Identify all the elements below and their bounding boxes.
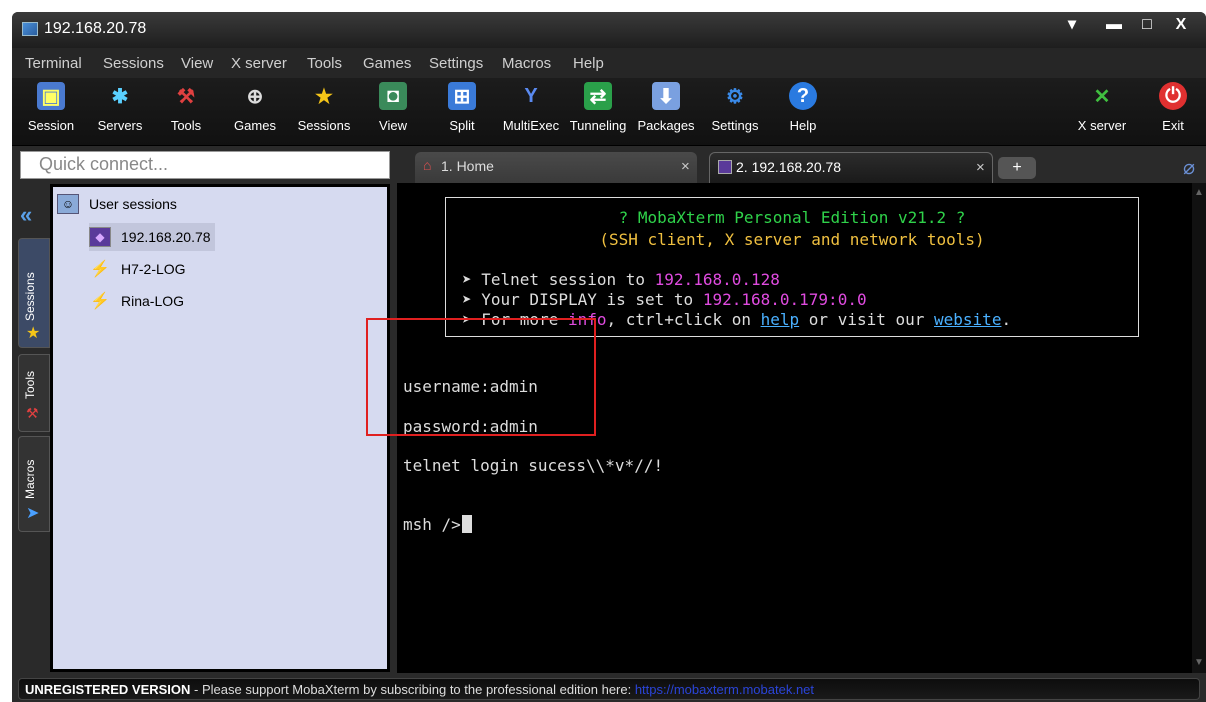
dropdown-icon[interactable]: ▾ — [1055, 14, 1089, 38]
menu-settings[interactable]: Settings — [429, 55, 483, 72]
tools-button[interactable]: ⚒ Tools — [164, 82, 208, 142]
banner-line-display: ➤ Your DISPLAY is set to 192.168.0.179:0… — [462, 290, 867, 309]
home-icon: ⌂ — [423, 157, 432, 173]
menu-help[interactable]: Help — [573, 55, 604, 72]
status-bar: UNREGISTERED VERSION - Please support Mo… — [12, 674, 1206, 702]
x-server-icon: ✕ — [1093, 85, 1111, 108]
banner-subtitle: (SSH client, X server and network tools) — [599, 230, 985, 249]
servers-button[interactable]: ✱ Servers — [94, 82, 146, 142]
new-tab-button[interactable]: + — [998, 157, 1036, 179]
user-sessions-folder[interactable]: ☺ User sessions — [57, 194, 177, 214]
tab-home[interactable]: ⌂ 1. Home × — [415, 152, 697, 183]
title-bar: 192.168.20.78 ▾ ▬ □ X — [12, 12, 1206, 48]
tools-icon: ⚒ — [177, 85, 195, 108]
menu-macros[interactable]: Macros — [502, 55, 551, 72]
tools-icon: ⚒ — [26, 405, 39, 421]
serial-plug-icon: ⚡ — [90, 261, 110, 278]
unregistered-label: UNREGISTERED VERSION — [25, 682, 191, 697]
login-line: telnet login sucess\\*v*//! — [403, 456, 664, 475]
sidebar-tabs: « Sessions ★ Tools ⚒ Macros ➤ — [12, 184, 50, 672]
maximize-button[interactable]: □ — [1130, 14, 1164, 38]
annotation-highlight-box — [366, 318, 596, 436]
serial-plug-icon: ⚡ — [90, 293, 110, 310]
games-button[interactable]: ⊕ Games — [232, 82, 278, 142]
subscribe-link[interactable]: https://mobaxterm.mobatek.net — [635, 682, 814, 697]
window-title: 192.168.20.78 — [44, 20, 147, 37]
x-server-button[interactable]: ✕ X server — [1072, 82, 1132, 142]
settings-button[interactable]: ⚙ Settings — [708, 82, 762, 142]
tab-home-label: 1. Home — [441, 158, 494, 174]
banner-line-telnet: ➤ Telnet session to 192.168.0.128 — [462, 270, 780, 289]
view-icon: ◘ — [379, 82, 407, 110]
sessions-panel: ☺ User sessions ◆ 192.168.20.78 ⚡ H7-2-L… — [50, 184, 390, 672]
telnet-icon: ◆ — [89, 227, 111, 247]
tab-home-close-icon[interactable]: × — [681, 158, 690, 175]
gear-icon: ⚙ — [726, 85, 744, 108]
welcome-banner: ? MobaXterm Personal Edition v21.2 ? (SS… — [445, 197, 1139, 337]
sidebar-tab-sessions[interactable]: Sessions ★ — [18, 238, 50, 348]
attach-icon[interactable]: ⌀ — [1183, 155, 1195, 180]
website-link[interactable]: website — [934, 310, 1001, 329]
star-icon: ★ — [315, 85, 333, 108]
menu-tools[interactable]: Tools — [307, 55, 342, 72]
help-link[interactable]: help — [761, 310, 800, 329]
multiexec-icon: Y — [524, 84, 538, 107]
multiexec-button[interactable]: Y MultiExec — [500, 82, 562, 142]
menu-x-server[interactable]: X server — [231, 55, 287, 72]
packages-button[interactable]: ⬇ Packages — [636, 82, 696, 142]
send-icon: ➤ — [26, 505, 40, 522]
session-button[interactable]: ▣ Session — [26, 82, 76, 142]
toolbar: ▣ Session ✱ Servers ⚒ Tools ⊕ Games ★ Se… — [12, 78, 1206, 146]
power-icon: ⏻ — [1159, 82, 1187, 110]
split-button[interactable]: ⊞ Split — [444, 82, 480, 142]
sidebar-tab-tools[interactable]: Tools ⚒ — [18, 354, 50, 432]
menu-games[interactable]: Games — [363, 55, 411, 72]
tunneling-icon: ⇄ — [584, 82, 612, 110]
tab-session-close-icon[interactable]: × — [976, 159, 985, 176]
tab-session-label: 2. 192.168.20.78 — [736, 159, 842, 175]
minimize-button[interactable]: ▬ — [1097, 14, 1131, 38]
gamepad-icon: ⊕ — [246, 85, 264, 108]
menu-view[interactable]: View — [181, 55, 213, 72]
exit-button[interactable]: ⏻ Exit — [1158, 82, 1188, 142]
session-item[interactable]: ⚡ Rina-LOG — [89, 291, 184, 311]
text-cursor — [461, 515, 472, 533]
scroll-down-icon[interactable]: ▼ — [1194, 657, 1204, 668]
sidebar-tab-macros[interactable]: Macros ➤ — [18, 436, 50, 532]
menu-terminal[interactable]: Terminal — [25, 55, 82, 72]
menu-sessions[interactable]: Sessions — [103, 55, 164, 72]
tab-bar: ⌂ 1. Home × 2. 192.168.20.78 × + ⌀ — [397, 149, 1206, 183]
view-button[interactable]: ◘ View — [376, 82, 410, 142]
session-icon: ▣ — [37, 82, 65, 110]
collapse-icon[interactable]: « — [20, 202, 32, 228]
sessions-button[interactable]: ★ Sessions — [296, 82, 352, 142]
quick-connect-input[interactable]: Quick connect... — [20, 151, 390, 179]
session-item[interactable]: ◆ 192.168.20.78 — [89, 223, 215, 251]
close-button[interactable]: X — [1164, 14, 1198, 38]
packages-icon: ⬇ — [652, 82, 680, 110]
tunneling-button[interactable]: ⇄ Tunneling — [568, 82, 628, 142]
split-icon: ⊞ — [448, 82, 476, 110]
app-icon — [22, 22, 38, 36]
servers-icon: ✱ — [111, 85, 129, 108]
status-message: UNREGISTERED VERSION - Please support Mo… — [18, 678, 1200, 700]
star-icon: ★ — [26, 325, 41, 342]
user-icon: ☺ — [57, 194, 79, 214]
prompt-line: msh /> — [403, 515, 472, 534]
session-item[interactable]: ⚡ H7-2-LOG — [89, 259, 186, 279]
help-icon: ? — [789, 82, 817, 110]
scroll-up-icon[interactable]: ▲ — [1194, 187, 1204, 198]
banner-title: ? MobaXterm Personal Edition v21.2 ? — [618, 208, 966, 227]
mobaxterm-window: 192.168.20.78 ▾ ▬ □ X Terminal Sessions … — [12, 12, 1206, 702]
session-icon — [718, 160, 732, 174]
help-button[interactable]: ? Help — [786, 82, 820, 142]
terminal-scrollbar[interactable]: ▲ ▼ — [1192, 183, 1206, 673]
tab-session[interactable]: 2. 192.168.20.78 × — [709, 152, 993, 183]
menu-bar: Terminal Sessions View X server Tools Ga… — [12, 48, 1206, 78]
